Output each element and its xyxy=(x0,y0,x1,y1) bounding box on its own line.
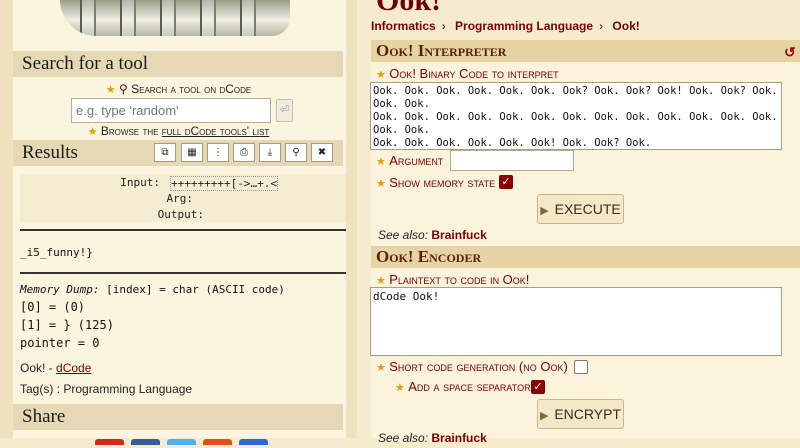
play-icon: ▶ xyxy=(540,205,549,217)
output-label: Output: xyxy=(157,208,204,221)
result-divider xyxy=(20,229,346,231)
dcode-link[interactable]: dCode xyxy=(56,361,91,375)
copy-all-button[interactable]: ▦ xyxy=(181,143,203,162)
page-title: Ook! xyxy=(376,0,442,17)
memory-title: Memory Dump: xyxy=(20,283,100,296)
short-code-label: Short code generation (no Ook) xyxy=(389,359,568,374)
magnifier-icon: ⚲ xyxy=(118,82,128,96)
share-button-3[interactable] xyxy=(167,439,196,445)
browse-tools-link[interactable]: ★ Browse the full dCode tools' list xyxy=(0,124,357,138)
memory-divider xyxy=(20,272,346,274)
browse-link-label: full dCode tools' list xyxy=(161,124,270,138)
star-icon: ★ xyxy=(87,126,98,138)
download-button[interactable]: ⤓ xyxy=(259,143,281,162)
breadcrumb: Informatics › Programming Language › Ook! xyxy=(371,19,640,33)
encrypt-label: ENCRYPT xyxy=(554,406,621,422)
see-also-label-2: See also: xyxy=(378,431,429,445)
see-also-label: See also: xyxy=(378,228,429,242)
breadcrumb-informatics[interactable]: Informatics xyxy=(371,19,436,33)
share-button-4[interactable] xyxy=(203,439,232,445)
result-output-text: _i5_funny!} xyxy=(20,246,93,259)
copy-button[interactable]: ⧉ xyxy=(154,143,176,162)
show-memory-label: Show memory state xyxy=(389,175,496,190)
star-icon: ★ xyxy=(376,156,386,168)
star-icon: ★ xyxy=(395,382,405,394)
share-button-5[interactable] xyxy=(239,439,268,445)
star-icon: ★ xyxy=(376,275,386,287)
star-icon: ★ xyxy=(105,84,116,96)
arg-label: Arg: xyxy=(166,192,194,205)
short-code-checkbox[interactable] xyxy=(574,360,588,374)
memory-description: [index] = char (ASCII code) xyxy=(106,283,285,296)
input-label: Input: xyxy=(120,176,160,189)
pointer-value: pointer = 0 xyxy=(20,336,100,350)
star-icon: ★ xyxy=(376,362,386,374)
play-icon: ▶ xyxy=(539,410,549,422)
print-button[interactable]: ⎙ xyxy=(233,143,255,162)
pin-button[interactable]: ⚲ xyxy=(285,143,307,162)
plaintext-label: Plaintext to code in Ook! xyxy=(389,272,530,287)
search-submit-button[interactable]: ⏎ xyxy=(276,99,293,122)
see-also-brainfuck-link-2[interactable]: Brainfuck xyxy=(431,431,486,445)
argument-input[interactable] xyxy=(450,150,574,171)
code-label: Ook! Binary Code to interpret xyxy=(389,66,559,81)
execute-label: EXECUTE xyxy=(554,201,621,217)
see-also-brainfuck-link[interactable]: Brainfuck xyxy=(431,228,486,242)
share-buttons xyxy=(95,434,275,445)
interpreter-heading: Ook! Interpreter xyxy=(371,40,800,62)
space-separator-label: Add a space separator xyxy=(408,379,531,394)
execute-button[interactable]: ▶ EXECUTE xyxy=(537,194,624,224)
plaintext-textarea[interactable]: dCode Ook! xyxy=(370,287,782,356)
tags-line: Tag(s) : Programming Language xyxy=(20,382,193,396)
star-icon: ★ xyxy=(376,69,386,81)
clear-button[interactable]: ✖ xyxy=(311,143,333,162)
source-prefix: Ook! - xyxy=(20,361,57,375)
star-icon: ★ xyxy=(376,178,386,190)
argument-label: Argument xyxy=(389,153,444,168)
breadcrumb-ook[interactable]: Ook! xyxy=(612,19,639,33)
search-heading: Search for a tool xyxy=(13,51,343,77)
search-tool-link[interactable]: ★ ⚲ Search a tool on dCode xyxy=(0,82,357,96)
encrypt-button[interactable]: ▶ ENCRYPT xyxy=(537,399,624,429)
ook-code-textarea[interactable]: Ook. Ook. Ook. Ook. Ook. Ook. Ook? Ook. … xyxy=(370,82,782,150)
browse-prefix: Browse the xyxy=(100,124,162,138)
share-button-1[interactable] xyxy=(95,439,124,445)
breadcrumb-programming-language[interactable]: Programming Language xyxy=(455,19,593,33)
show-memory-checkbox[interactable]: ✓ xyxy=(499,175,513,189)
search-tool-label: Search a tool on dCode xyxy=(131,82,252,96)
share-button-2[interactable] xyxy=(131,439,160,445)
space-separator-checkbox[interactable]: ✓ xyxy=(531,380,545,394)
input-value: +++++++++[->…+.< xyxy=(170,176,278,191)
split-button[interactable]: ⋮ xyxy=(207,143,229,162)
refresh-icon[interactable]: ↺ xyxy=(784,44,796,61)
search-input[interactable] xyxy=(71,98,271,123)
encoder-heading: Ook! Encoder xyxy=(371,246,800,268)
memory-line-1: [1] = } (125) xyxy=(20,318,114,332)
result-io-box: Input: +++++++++[->…+.< Arg: Output: xyxy=(20,174,346,222)
dcode-logo xyxy=(60,0,290,36)
share-heading: Share xyxy=(13,404,343,430)
memory-line-0: [0] = (0) xyxy=(20,300,86,314)
